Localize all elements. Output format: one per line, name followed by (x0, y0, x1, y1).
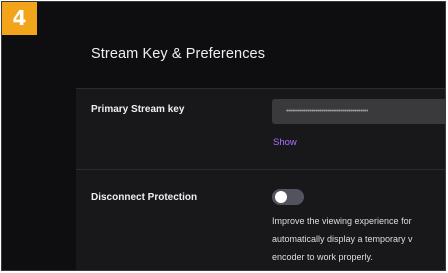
disconnect-protection-description-line: automatically display a temporary v (272, 234, 413, 244)
toggle-knob (275, 191, 287, 203)
primary-stream-key-field[interactable]: ••••••••••••••••••••••••••••••••••••••••… (272, 99, 445, 124)
preferences-card: Primary Stream key •••••••••••••••••••••… (76, 88, 445, 270)
disconnect-protection-toggle[interactable] (272, 189, 304, 205)
row-divider (76, 169, 445, 170)
disconnect-protection-label: Disconnect Protection (91, 192, 198, 203)
section-title: Stream Key & Preferences (91, 46, 266, 62)
disconnect-protection-description-line: encoder to work properly. (272, 252, 373, 262)
disconnect-protection-description-line: Improve the viewing experience for (272, 216, 412, 226)
step-number-badge: 4 (2, 2, 37, 35)
show-stream-key-link[interactable]: Show (273, 137, 297, 148)
settings-screenshot-frame: 4 Stream Key & Preferences Primary Strea… (1, 1, 446, 271)
primary-stream-key-label: Primary Stream key (91, 104, 185, 115)
